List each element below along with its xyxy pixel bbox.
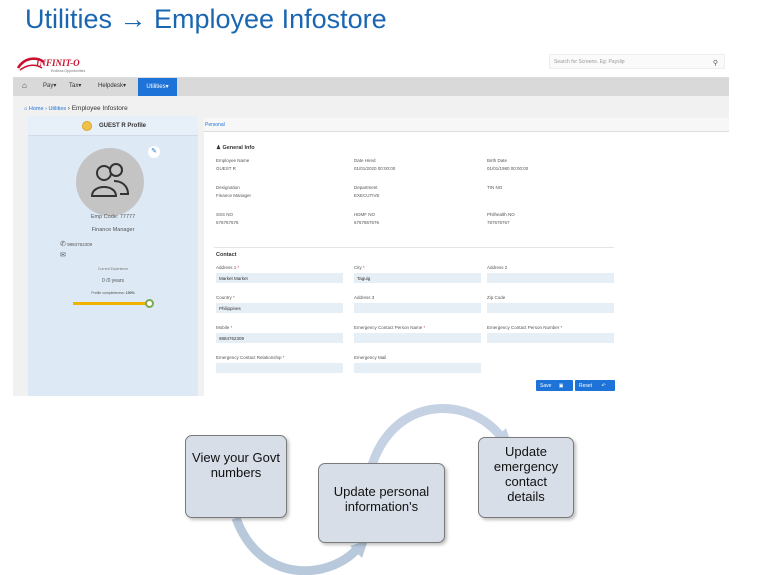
flow-box-govt-numbers: View your Govt numbers [185,435,287,518]
flow-box-personal-info: Update personal information's [318,463,445,543]
flow-box-emergency-contact: Update emergency contact details [478,437,574,518]
